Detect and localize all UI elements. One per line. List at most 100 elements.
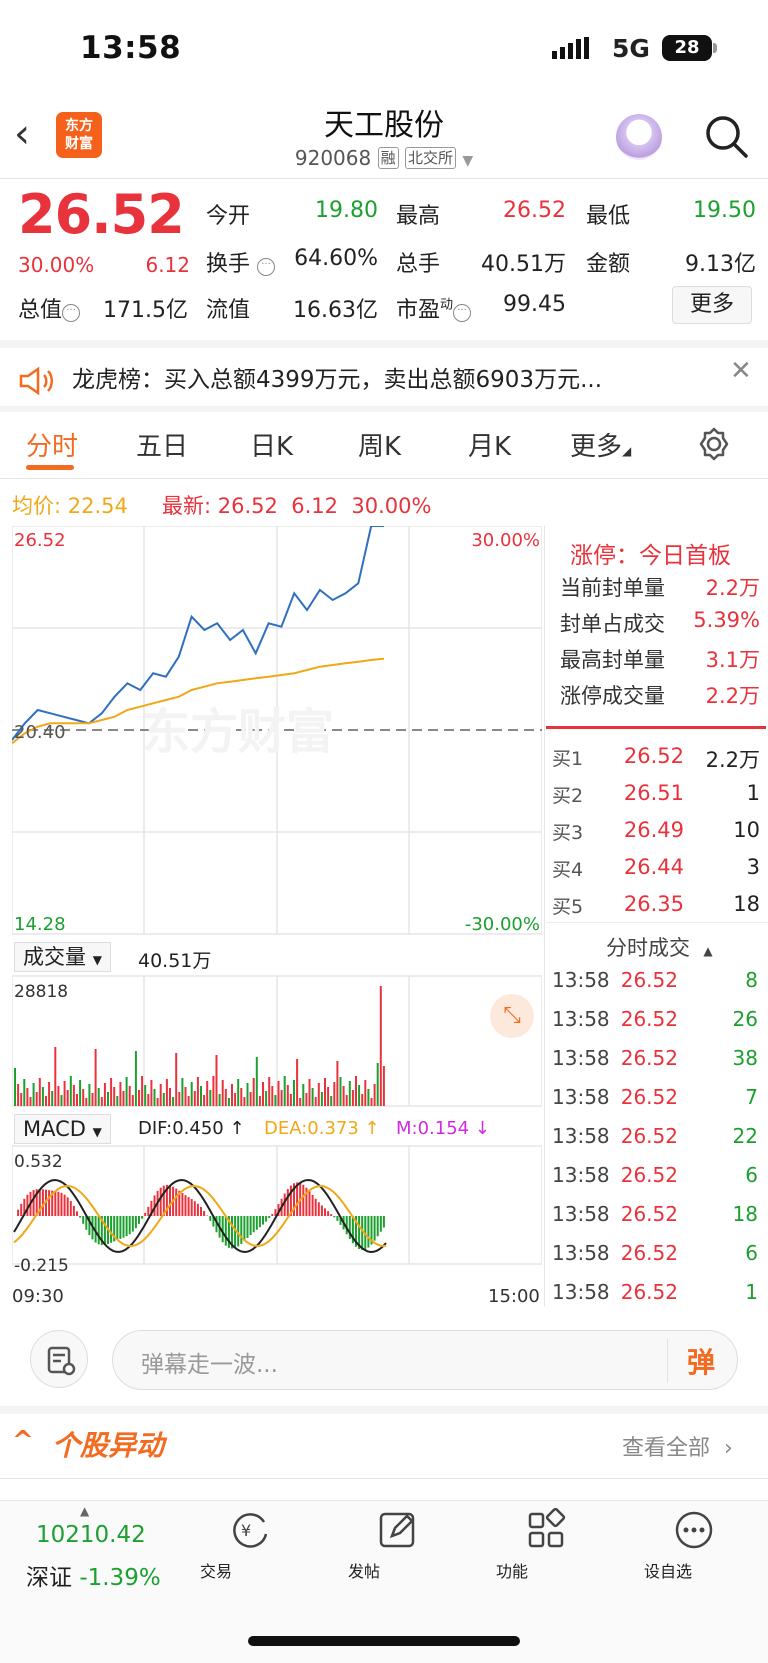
assistant-avatar-icon[interactable]	[616, 114, 662, 160]
macd-bar	[193, 1201, 196, 1216]
float-label: 流值	[206, 298, 251, 323]
volume-bar	[76, 1094, 78, 1106]
macd-bar	[54, 1191, 57, 1216]
tick-time: 13:58	[552, 1124, 610, 1148]
macd-bar	[184, 1195, 187, 1216]
tick-price: 26.52	[620, 968, 678, 992]
macd-bar	[181, 1193, 184, 1216]
volume-bar	[60, 1095, 63, 1106]
tick-volume: 18	[732, 1202, 758, 1226]
tab-more[interactable]: 更多◢	[570, 426, 631, 463]
functions-icon[interactable]	[524, 1508, 568, 1552]
volume-bars	[14, 986, 385, 1106]
danmu-input[interactable]: 弹幕走一波... 弹	[112, 1330, 738, 1390]
time-end: 15:00	[488, 1286, 540, 1307]
expand-icon[interactable]: ⤡	[490, 994, 534, 1038]
macd-bar	[200, 1206, 202, 1216]
volume-bar	[72, 1085, 75, 1106]
volume-bar	[252, 1078, 255, 1106]
macd-bar	[262, 1216, 264, 1225]
volume-bar	[128, 1086, 131, 1106]
volume-bar	[320, 1092, 323, 1106]
index-value[interactable]: 10210.42	[36, 1522, 146, 1548]
macd-bar	[243, 1216, 246, 1242]
tab-intraday[interactable]: 分时	[26, 426, 78, 463]
volume-bar	[88, 1084, 91, 1106]
macd-bar	[246, 1216, 249, 1238]
macd-bar	[103, 1216, 106, 1245]
time-start: 09:30	[12, 1286, 64, 1307]
index-line[interactable]: 深证 -1.39%	[26, 1558, 161, 1592]
macd-bar	[122, 1216, 125, 1238]
macd-bar	[66, 1197, 69, 1216]
tab-5day[interactable]: 五日	[136, 426, 188, 463]
limit-title: 涨停：今日首板	[570, 543, 731, 569]
lhb-text[interactable]: 龙虎榜：买入总额4399万元，卖出总额6903万元...	[72, 360, 692, 394]
danmu-settings-icon[interactable]	[30, 1330, 88, 1388]
add-watchlist-icon[interactable]	[672, 1508, 716, 1552]
volume-bar	[29, 1097, 32, 1106]
search-icon[interactable]	[702, 112, 750, 160]
tick-price: 26.52	[620, 1124, 678, 1148]
bid-volume: 18	[733, 892, 760, 916]
tick-price: 26.52	[620, 1085, 678, 1109]
nav-post[interactable]: 发帖	[348, 1558, 448, 1582]
macd-selector[interactable]: MACD ▼	[14, 1114, 111, 1144]
limit-row-value: 2.2万	[705, 684, 760, 708]
danmu-send-button[interactable]: 弹	[687, 1341, 715, 1381]
close-icon[interactable]: ✕	[730, 356, 752, 386]
ticks-title[interactable]: 分时成交 ▲	[606, 932, 713, 962]
svg-text:¥: ¥	[241, 1521, 251, 1540]
low-label: 最低	[586, 204, 631, 229]
tab-monthly[interactable]: 月K	[468, 426, 511, 463]
volume-bar	[85, 1098, 88, 1106]
up-arrow-icon: ▲	[80, 1504, 90, 1518]
macd-bar	[265, 1216, 268, 1222]
macd-bar	[116, 1216, 119, 1241]
volume-bar	[184, 1087, 187, 1106]
macd-bar	[311, 1194, 314, 1216]
macd-top: 0.532	[14, 1152, 63, 1172]
trade-icon[interactable]: ¥	[228, 1508, 272, 1552]
volume-selector[interactable]: 成交量 ▼	[14, 942, 111, 972]
macd-bar	[131, 1216, 134, 1232]
limit-row-label: 涨停成交量	[560, 684, 665, 708]
open-label: 今开	[206, 204, 251, 229]
side-divider	[544, 526, 545, 1306]
volume-bar	[20, 1093, 23, 1106]
dif-value: DIF:0.450 ↑	[138, 1118, 245, 1139]
tick-volume: 1	[745, 1280, 758, 1304]
tab-weekly[interactable]: 周K	[358, 426, 401, 463]
view-all-link[interactable]: 查看全部 ›	[622, 1430, 733, 1462]
volume-bar	[351, 1090, 354, 1106]
volume-bar	[190, 1082, 193, 1106]
volume-bar	[296, 1059, 299, 1106]
post-icon[interactable]	[376, 1508, 420, 1552]
last-legend: 最新: 26.52 6.12 30.00%	[162, 494, 432, 518]
nav-trade[interactable]: 交易	[200, 1558, 300, 1582]
high-value: 26.52	[503, 198, 566, 223]
volume-bar	[308, 1079, 311, 1106]
nav-functions[interactable]: 功能	[496, 1558, 596, 1582]
more-button[interactable]: 更多	[672, 286, 752, 324]
bid-price: 26.44	[623, 855, 684, 879]
volume-bar	[17, 1084, 20, 1106]
settings-icon[interactable]	[696, 426, 732, 462]
macd-bar	[119, 1216, 122, 1239]
battery-icon: 28	[662, 35, 712, 61]
collapse-icon[interactable]: ^	[12, 1426, 34, 1456]
macd-bar	[175, 1188, 178, 1216]
macd-bar	[138, 1216, 140, 1224]
bid-label: 买1	[552, 748, 584, 770]
volume-bar	[370, 1098, 373, 1106]
tab-daily[interactable]: 日K	[250, 426, 293, 463]
status-time: 13:58	[80, 30, 182, 66]
volume-bar	[32, 1083, 35, 1106]
nav-watchlist[interactable]: 设自选	[644, 1558, 744, 1582]
pct-bot-label: -30.00%	[464, 914, 540, 935]
macd-bar	[268, 1216, 271, 1219]
macd-bar	[32, 1190, 35, 1216]
macd-bar	[169, 1185, 171, 1216]
tick-time: 13:58	[552, 1007, 610, 1031]
volume-bar	[103, 1083, 106, 1106]
